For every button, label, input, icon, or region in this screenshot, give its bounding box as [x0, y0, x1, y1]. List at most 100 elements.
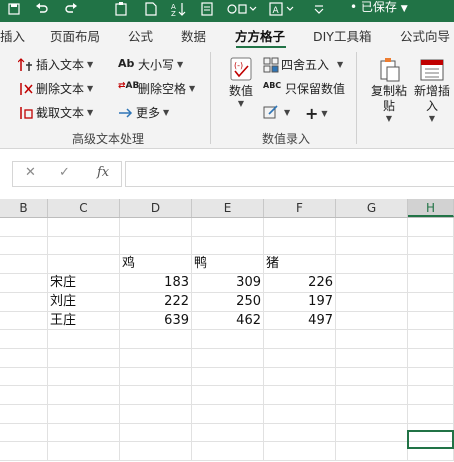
cell-f12[interactable]	[264, 424, 336, 442]
table-value-cell[interactable]: 226	[264, 274, 336, 293]
cell-e9[interactable]	[192, 368, 264, 386]
cell-f9[interactable]	[264, 368, 336, 386]
cell-c3[interactable]	[48, 255, 120, 274]
column-header-b[interactable]: B	[0, 199, 48, 217]
more-commands-icon[interactable]	[310, 0, 328, 18]
table-value-cell[interactable]: 197	[264, 293, 336, 312]
column-header-d[interactable]: D	[120, 199, 192, 217]
cell-d10[interactable]	[120, 386, 192, 405]
cell-f2[interactable]	[264, 237, 336, 255]
table-value-cell[interactable]: 462	[192, 312, 264, 330]
cell-g8[interactable]	[336, 349, 408, 368]
cancel-icon[interactable]: ✕	[25, 165, 36, 180]
cell-b1[interactable]	[0, 218, 48, 237]
cell-h8[interactable]	[408, 349, 454, 368]
cell-e7[interactable]	[192, 330, 264, 349]
tab-diy-toolbox[interactable]: DIY工具箱	[313, 26, 371, 45]
insert-function-icon[interactable]: fx	[97, 165, 109, 180]
column-header-f[interactable]: F	[264, 199, 336, 217]
table-value-cell[interactable]: 309	[192, 274, 264, 293]
cell-f1[interactable]	[264, 218, 336, 237]
row-label-cell[interactable]: 王庄	[48, 312, 120, 330]
cell-b2[interactable]	[0, 237, 48, 255]
cell-g2[interactable]	[336, 237, 408, 255]
text-box-icon[interactable]: A	[266, 0, 300, 18]
extract-text-button[interactable]: 截取文本 ▼	[18, 104, 93, 121]
cell-d9[interactable]	[120, 368, 192, 386]
tab-formulas[interactable]: 公式	[128, 26, 153, 45]
cell-h9[interactable]	[408, 368, 454, 386]
cell-g1[interactable]	[336, 218, 408, 237]
tab-insert[interactable]: 插入	[0, 26, 25, 45]
round-button[interactable]: 四舍五入 ▼	[263, 56, 343, 73]
cell-d2[interactable]	[120, 237, 192, 255]
cell-b3[interactable]	[0, 255, 48, 274]
cell-g11[interactable]	[336, 405, 408, 424]
cell-c1[interactable]	[48, 218, 120, 237]
cell-d7[interactable]	[120, 330, 192, 349]
cell-f11[interactable]	[264, 405, 336, 424]
cell-b9[interactable]	[0, 368, 48, 386]
cell-h1[interactable]	[408, 218, 454, 237]
cell-g12[interactable]	[336, 424, 408, 442]
delete-text-button[interactable]: 删除文本 ▼	[18, 80, 93, 97]
column-header-h[interactable]: H	[408, 199, 454, 217]
formula-input[interactable]	[125, 161, 454, 187]
cell-b8[interactable]	[0, 349, 48, 368]
cell-e2[interactable]	[192, 237, 264, 255]
cell-g5[interactable]	[336, 293, 408, 312]
add-value-button[interactable]: + ▼	[305, 104, 328, 123]
table-value-cell[interactable]: 497	[264, 312, 336, 330]
cell-f8[interactable]	[264, 349, 336, 368]
cell-b5[interactable]	[0, 293, 48, 312]
cell-e8[interactable]	[192, 349, 264, 368]
cell-b12[interactable]	[0, 424, 48, 442]
redo-icon[interactable]	[62, 0, 80, 18]
cell-c11[interactable]	[48, 405, 120, 424]
cell-f10[interactable]	[264, 386, 336, 405]
cell-h4[interactable]	[408, 274, 454, 293]
enter-icon[interactable]: ✓	[59, 165, 70, 180]
tab-fangfang[interactable]: 方方格子	[235, 26, 285, 45]
cell-e11[interactable]	[192, 405, 264, 424]
cell-h10[interactable]	[408, 386, 454, 405]
cell-g6[interactable]	[336, 312, 408, 330]
cell-e1[interactable]	[192, 218, 264, 237]
cell-h7[interactable]	[408, 330, 454, 349]
table-value-cell[interactable]: 639	[120, 312, 192, 330]
cell-h2[interactable]	[408, 237, 454, 255]
table-value-cell[interactable]: 183	[120, 274, 192, 293]
cell-h5[interactable]	[408, 293, 454, 312]
cell-area[interactable]: 鸡鸭猪宋庄 183 309 226 刘庄 222 250 197 王庄 639 462 497	[0, 218, 454, 462]
case-button[interactable]: Ab 大小写 ▼	[118, 56, 183, 73]
new-file-icon[interactable]	[142, 0, 160, 18]
cell-e13[interactable]	[192, 442, 264, 461]
cell-g13[interactable]	[336, 442, 408, 461]
cell-b10[interactable]	[0, 386, 48, 405]
cell-b4[interactable]	[0, 274, 48, 293]
table-header-cell[interactable]: 猪	[264, 255, 336, 274]
cell-f13[interactable]	[264, 442, 336, 461]
undo-icon[interactable]	[30, 0, 54, 18]
row-label-cell[interactable]: 宋庄	[48, 274, 120, 293]
chevron-down-icon[interactable]: ▼	[401, 4, 408, 14]
cell-g4[interactable]	[336, 274, 408, 293]
cell-c13[interactable]	[48, 442, 120, 461]
insert-text-button[interactable]: 插入文本 ▼	[17, 56, 93, 73]
table-value-cell[interactable]: 222	[120, 293, 192, 312]
cell-d12[interactable]	[120, 424, 192, 442]
save-icon[interactable]	[6, 0, 22, 18]
column-header-g[interactable]: G	[336, 199, 408, 217]
cell-d1[interactable]	[120, 218, 192, 237]
table-header-cell[interactable]: 鸡	[120, 255, 192, 274]
cell-e10[interactable]	[192, 386, 264, 405]
cell-e12[interactable]	[192, 424, 264, 442]
edit-value-button[interactable]: ▼	[263, 104, 290, 120]
tab-data[interactable]: 数据	[181, 26, 206, 45]
cell-h3[interactable]	[408, 255, 454, 274]
tab-page-layout[interactable]: 页面布局	[50, 26, 100, 45]
delete-space-button[interactable]: ⇄AB 删除空格 ▼	[118, 80, 195, 97]
cell-b6[interactable]	[0, 312, 48, 330]
active-cell-selection[interactable]	[407, 430, 454, 449]
cell-b7[interactable]	[0, 330, 48, 349]
